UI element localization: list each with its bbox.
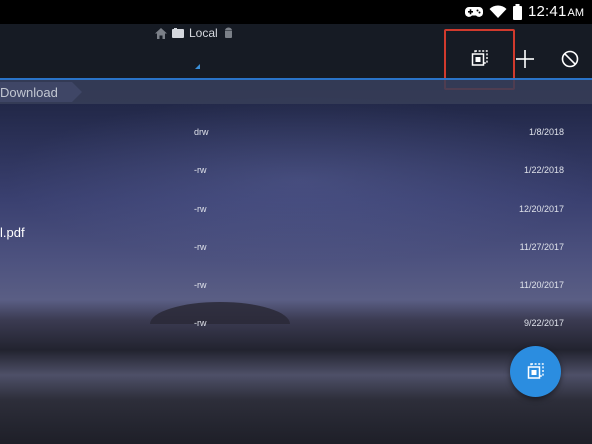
breadcrumb-item-download[interactable]: Download [0, 82, 82, 102]
file-date: 12/20/2017 [518, 204, 564, 214]
breadcrumb-label: Download [0, 84, 58, 100]
file-date: 11/27/2017 [519, 242, 564, 252]
file-permissions: -rw [194, 280, 207, 290]
tab-indicator [195, 64, 200, 69]
add-icon [516, 50, 534, 68]
file-permissions: -rw [194, 318, 207, 328]
clock-time: 12:41 [527, 3, 567, 20]
home-icon[interactable] [155, 27, 167, 39]
file-row[interactable]: l.pdf -rw 12/20/2017 [0, 204, 592, 242]
file-row[interactable]: -rw 1/22/2018 [0, 165, 592, 203]
file-permissions: -rw [194, 204, 207, 214]
file-date: 1/22/2018 [523, 165, 564, 175]
cancel-button[interactable] [553, 44, 587, 74]
select-mode-icon [527, 362, 544, 379]
breadcrumb: Download [0, 80, 592, 104]
location-label: Local [189, 26, 218, 40]
file-permissions: drw [194, 127, 209, 137]
cancel-icon [561, 50, 579, 68]
clock-ampm: AM [567, 7, 585, 19]
storage-icon [172, 28, 184, 38]
battery-icon [512, 4, 522, 20]
location-switcher[interactable]: Local [155, 24, 234, 42]
file-row[interactable]: drw 1/8/2018 [0, 127, 592, 165]
select-mode-fab[interactable] [510, 346, 561, 397]
file-date: 11/20/2017 [519, 280, 564, 290]
file-date: 1/8/2018 [528, 127, 564, 137]
wifi-icon [489, 5, 507, 18]
file-permissions: -rw [194, 242, 207, 252]
file-row[interactable]: -rw 9/22/2017 [0, 318, 592, 356]
file-permissions: -rw [194, 165, 207, 175]
file-row[interactable]: -rw 11/27/2017 [0, 242, 592, 280]
file-name: l.pdf [0, 225, 25, 240]
status-bar: 12:41AM [0, 0, 592, 24]
file-date: 9/22/2017 [523, 318, 564, 328]
android-icon[interactable] [223, 27, 234, 39]
file-row[interactable]: -rw 11/20/2017 [0, 280, 592, 318]
gamepad-icon [464, 7, 483, 17]
clock: 12:41AM [528, 3, 584, 21]
